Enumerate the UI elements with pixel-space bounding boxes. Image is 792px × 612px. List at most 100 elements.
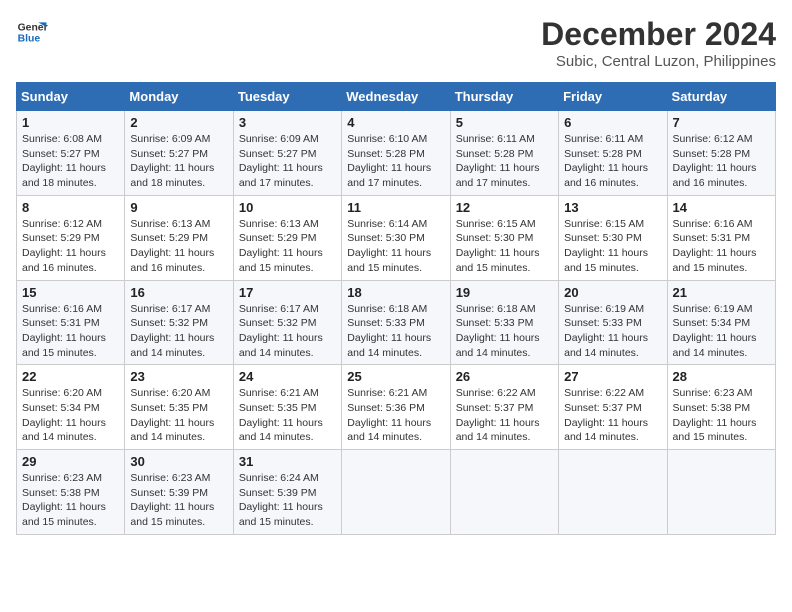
day-info: Sunrise: 6:09 AM Sunset: 5:27 PM Dayligh… xyxy=(130,132,227,191)
day-number: 8 xyxy=(22,200,119,215)
location: Subic, Central Luzon, Philippines xyxy=(541,53,776,70)
day-number: 4 xyxy=(347,115,444,130)
calendar-cell: 13 Sunrise: 6:15 AM Sunset: 5:30 PM Dayli… xyxy=(559,195,667,280)
day-info: Sunrise: 6:19 AM Sunset: 5:33 PM Dayligh… xyxy=(564,302,661,361)
day-info: Sunrise: 6:09 AM Sunset: 5:27 PM Dayligh… xyxy=(239,132,336,191)
day-number: 21 xyxy=(673,285,770,300)
day-info: Sunrise: 6:20 AM Sunset: 5:34 PM Dayligh… xyxy=(22,386,119,445)
calendar-cell: 27 Sunrise: 6:22 AM Sunset: 5:37 PM Dayli… xyxy=(559,365,667,450)
calendar-cell: 29Sunrise: 6:23 AM Sunset: 5:38 PM Dayli… xyxy=(17,450,125,535)
title-section: December 2024 Subic, Central Luzon, Phil… xyxy=(541,16,776,70)
day-info: Sunrise: 6:22 AM Sunset: 5:37 PM Dayligh… xyxy=(456,386,553,445)
calendar-week-1: 1 Sunrise: 6:08 AM Sunset: 5:27 PM Daylig… xyxy=(17,111,776,196)
day-number: 20 xyxy=(564,285,661,300)
day-info: Sunrise: 6:19 AM Sunset: 5:34 PM Dayligh… xyxy=(673,302,770,361)
calendar-cell: 14 Sunrise: 6:16 AM Sunset: 5:31 PM Dayli… xyxy=(667,195,775,280)
calendar-cell: 21 Sunrise: 6:19 AM Sunset: 5:34 PM Dayli… xyxy=(667,280,775,365)
day-number: 31 xyxy=(239,454,336,469)
header-wednesday: Wednesday xyxy=(342,83,450,111)
day-info: Sunrise: 6:16 AM Sunset: 5:31 PM Dayligh… xyxy=(22,302,119,361)
calendar-cell xyxy=(559,450,667,535)
day-number: 11 xyxy=(347,200,444,215)
calendar-cell: 6 Sunrise: 6:11 AM Sunset: 5:28 PM Daylig… xyxy=(559,111,667,196)
day-number: 5 xyxy=(456,115,553,130)
day-number: 28 xyxy=(673,369,770,384)
header-sunday: Sunday xyxy=(17,83,125,111)
day-number: 6 xyxy=(564,115,661,130)
day-info: Sunrise: 6:24 AM Sunset: 5:39 PM Dayligh… xyxy=(239,471,336,530)
calendar-cell xyxy=(450,450,558,535)
day-number: 2 xyxy=(130,115,227,130)
day-number: 9 xyxy=(130,200,227,215)
calendar-cell: 3 Sunrise: 6:09 AM Sunset: 5:27 PM Daylig… xyxy=(233,111,341,196)
month-title: December 2024 xyxy=(541,16,776,53)
day-number: 24 xyxy=(239,369,336,384)
calendar-cell: 2 Sunrise: 6:09 AM Sunset: 5:27 PM Daylig… xyxy=(125,111,233,196)
calendar-cell: 26 Sunrise: 6:22 AM Sunset: 5:37 PM Dayli… xyxy=(450,365,558,450)
day-info: Sunrise: 6:18 AM Sunset: 5:33 PM Dayligh… xyxy=(456,302,553,361)
day-number: 23 xyxy=(130,369,227,384)
logo-icon: General Blue xyxy=(16,16,48,48)
day-number: 13 xyxy=(564,200,661,215)
day-info: Sunrise: 6:12 AM Sunset: 5:28 PM Dayligh… xyxy=(673,132,770,191)
page-header: General Blue December 2024 Subic, Centra… xyxy=(16,16,776,70)
calendar-cell: 16Sunrise: 6:17 AM Sunset: 5:32 PM Dayli… xyxy=(125,280,233,365)
day-info: Sunrise: 6:11 AM Sunset: 5:28 PM Dayligh… xyxy=(564,132,661,191)
day-number: 17 xyxy=(239,285,336,300)
calendar-week-3: 15Sunrise: 6:16 AM Sunset: 5:31 PM Dayli… xyxy=(17,280,776,365)
day-number: 22 xyxy=(22,369,119,384)
calendar-cell xyxy=(667,450,775,535)
calendar-cell: 18Sunrise: 6:18 AM Sunset: 5:33 PM Dayli… xyxy=(342,280,450,365)
day-info: Sunrise: 6:21 AM Sunset: 5:35 PM Dayligh… xyxy=(239,386,336,445)
calendar-table: SundayMondayTuesdayWednesdayThursdayFrid… xyxy=(16,82,776,535)
day-number: 26 xyxy=(456,369,553,384)
calendar-header-row: SundayMondayTuesdayWednesdayThursdayFrid… xyxy=(17,83,776,111)
day-number: 1 xyxy=(22,115,119,130)
header-monday: Monday xyxy=(125,83,233,111)
calendar-cell: 25Sunrise: 6:21 AM Sunset: 5:36 PM Dayli… xyxy=(342,365,450,450)
day-info: Sunrise: 6:12 AM Sunset: 5:29 PM Dayligh… xyxy=(22,217,119,276)
calendar-cell: 30 Sunrise: 6:23 AM Sunset: 5:39 PM Dayli… xyxy=(125,450,233,535)
day-info: Sunrise: 6:17 AM Sunset: 5:32 PM Dayligh… xyxy=(239,302,336,361)
calendar-cell: 1 Sunrise: 6:08 AM Sunset: 5:27 PM Daylig… xyxy=(17,111,125,196)
calendar-cell: 8 Sunrise: 6:12 AM Sunset: 5:29 PM Daylig… xyxy=(17,195,125,280)
day-info: Sunrise: 6:18 AM Sunset: 5:33 PM Dayligh… xyxy=(347,302,444,361)
day-info: Sunrise: 6:16 AM Sunset: 5:31 PM Dayligh… xyxy=(673,217,770,276)
header-tuesday: Tuesday xyxy=(233,83,341,111)
day-info: Sunrise: 6:15 AM Sunset: 5:30 PM Dayligh… xyxy=(456,217,553,276)
day-number: 12 xyxy=(456,200,553,215)
header-thursday: Thursday xyxy=(450,83,558,111)
day-number: 7 xyxy=(673,115,770,130)
day-info: Sunrise: 6:23 AM Sunset: 5:38 PM Dayligh… xyxy=(673,386,770,445)
day-number: 27 xyxy=(564,369,661,384)
calendar-cell: 9Sunrise: 6:13 AM Sunset: 5:29 PM Daylig… xyxy=(125,195,233,280)
calendar-cell: 22 Sunrise: 6:20 AM Sunset: 5:34 PM Dayli… xyxy=(17,365,125,450)
calendar-cell: 24 Sunrise: 6:21 AM Sunset: 5:35 PM Dayli… xyxy=(233,365,341,450)
calendar-cell: 5 Sunrise: 6:11 AM Sunset: 5:28 PM Daylig… xyxy=(450,111,558,196)
calendar-cell: 4Sunrise: 6:10 AM Sunset: 5:28 PM Daylig… xyxy=(342,111,450,196)
svg-text:Blue: Blue xyxy=(18,34,41,45)
day-info: Sunrise: 6:15 AM Sunset: 5:30 PM Dayligh… xyxy=(564,217,661,276)
calendar-cell: 17 Sunrise: 6:17 AM Sunset: 5:32 PM Dayli… xyxy=(233,280,341,365)
day-info: Sunrise: 6:14 AM Sunset: 5:30 PM Dayligh… xyxy=(347,217,444,276)
day-info: Sunrise: 6:23 AM Sunset: 5:39 PM Dayligh… xyxy=(130,471,227,530)
day-number: 3 xyxy=(239,115,336,130)
day-number: 16 xyxy=(130,285,227,300)
day-number: 30 xyxy=(130,454,227,469)
calendar-cell: 12 Sunrise: 6:15 AM Sunset: 5:30 PM Dayli… xyxy=(450,195,558,280)
calendar-cell: 20 Sunrise: 6:19 AM Sunset: 5:33 PM Dayli… xyxy=(559,280,667,365)
logo: General Blue xyxy=(16,16,48,48)
calendar-cell: 19Sunrise: 6:18 AM Sunset: 5:33 PM Dayli… xyxy=(450,280,558,365)
day-number: 14 xyxy=(673,200,770,215)
calendar-cell: 7 Sunrise: 6:12 AM Sunset: 5:28 PM Daylig… xyxy=(667,111,775,196)
calendar-week-4: 22 Sunrise: 6:20 AM Sunset: 5:34 PM Dayli… xyxy=(17,365,776,450)
day-info: Sunrise: 6:22 AM Sunset: 5:37 PM Dayligh… xyxy=(564,386,661,445)
calendar-cell: 10Sunrise: 6:13 AM Sunset: 5:29 PM Dayli… xyxy=(233,195,341,280)
day-number: 10 xyxy=(239,200,336,215)
day-info: Sunrise: 6:11 AM Sunset: 5:28 PM Dayligh… xyxy=(456,132,553,191)
calendar-week-5: 29Sunrise: 6:23 AM Sunset: 5:38 PM Dayli… xyxy=(17,450,776,535)
header-saturday: Saturday xyxy=(667,83,775,111)
day-info: Sunrise: 6:08 AM Sunset: 5:27 PM Dayligh… xyxy=(22,132,119,191)
calendar-cell: 28 Sunrise: 6:23 AM Sunset: 5:38 PM Dayli… xyxy=(667,365,775,450)
header-friday: Friday xyxy=(559,83,667,111)
